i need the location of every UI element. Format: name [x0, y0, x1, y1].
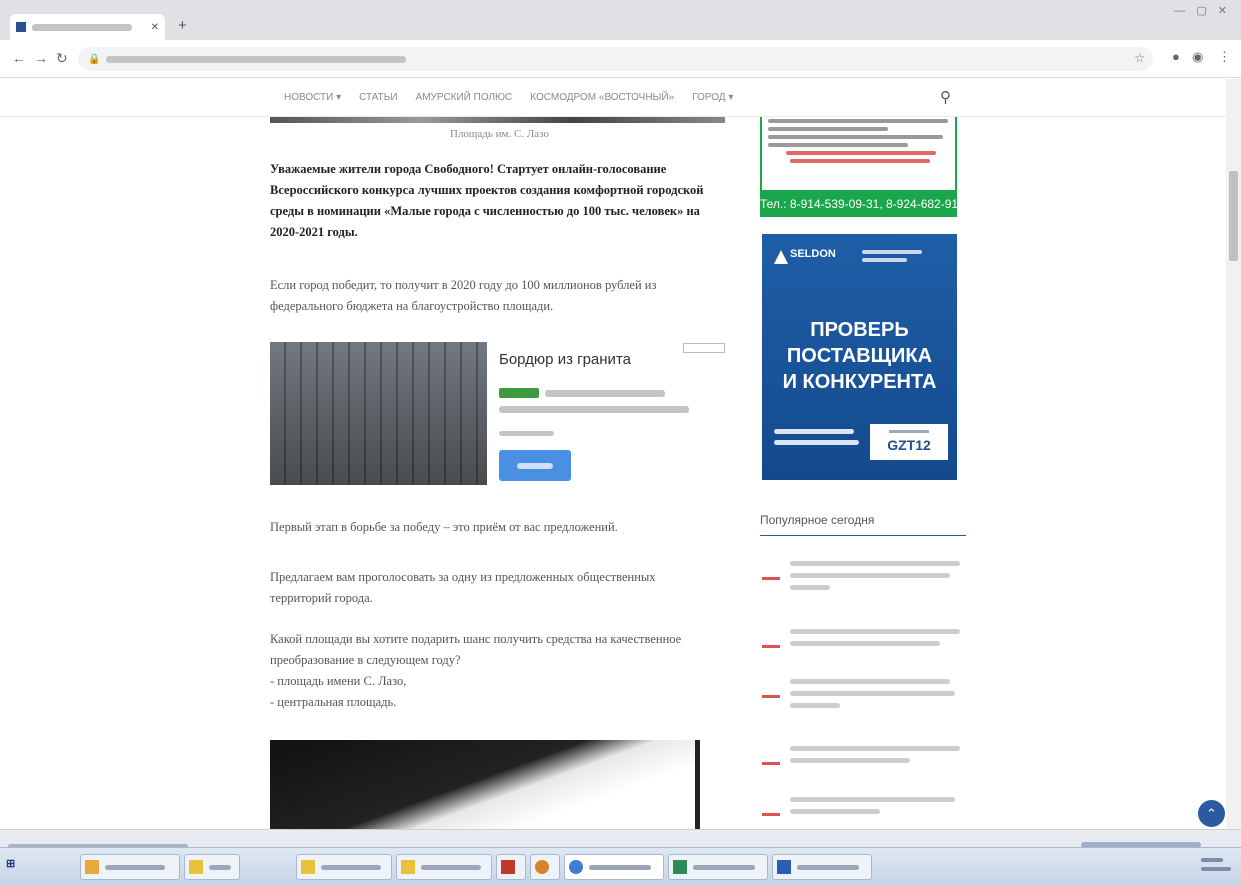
- article-paragraph: Какой площади вы хотите подарить шанс по…: [270, 632, 682, 667]
- word-icon: [777, 860, 791, 874]
- promo-code-box: GZT12: [870, 424, 948, 460]
- banner-headline: ПРОВЕРЬ ПОСТАВЩИКА И КОНКУРЕНТА: [782, 319, 937, 393]
- taskbar-button[interactable]: [496, 854, 526, 880]
- photo-caption: Площадь им. С. Лазо: [450, 128, 549, 140]
- bookmark-star-icon[interactable]: ☆: [1134, 51, 1145, 65]
- pdf-icon: [501, 860, 515, 874]
- nav-item-cosmodrome[interactable]: Космодром «Восточный»: [530, 92, 674, 103]
- popular-item[interactable]: [760, 793, 966, 829]
- popular-item[interactable]: [760, 557, 966, 617]
- window-controls[interactable]: — ▢ ✕: [1174, 4, 1231, 17]
- back-arrow-icon[interactable]: ←: [12, 50, 26, 66]
- nav-item-articles[interactable]: Статьи: [359, 92, 397, 103]
- article-lead: Уважаемые жители города Свободного! Стар…: [270, 162, 704, 239]
- browser-tabstrip: ✕ + — ▢ ✕: [0, 0, 1241, 40]
- folder-icon: [301, 860, 315, 874]
- seldon-banner-ad[interactable]: SELDON ПРОВЕРЬ ПОСТАВЩИКА И КОНКУРЕНТА G…: [762, 234, 957, 480]
- site-nav: Новости ▾ Статьи Амурский полюс Космодро…: [0, 79, 1226, 117]
- extension-icon[interactable]: ●: [1172, 49, 1180, 64]
- ad-badge: [499, 388, 539, 398]
- scroll-thumb[interactable]: [1229, 171, 1238, 261]
- address-bar[interactable]: 🔒 ☆: [78, 47, 1153, 71]
- divider: [760, 535, 966, 536]
- vote-option: - площадь имени С. Лазо,: [270, 674, 407, 688]
- url-text: [106, 55, 407, 63]
- ad-open-button[interactable]: [499, 450, 571, 481]
- article-paragraph: Если город победит, то получит в 2020 го…: [270, 278, 657, 313]
- close-icon[interactable]: ✕: [151, 22, 159, 33]
- new-tab-button[interactable]: +: [178, 17, 187, 34]
- browser-toolbar: ← → ↻ 🔒 ☆ ● ◉ ⋮: [0, 40, 1241, 78]
- profile-icon[interactable]: ◉: [1192, 49, 1203, 65]
- taskbar-button[interactable]: [184, 854, 240, 880]
- banner-text: [774, 429, 864, 451]
- taskbar-button[interactable]: [564, 854, 664, 880]
- menu-dots-icon[interactable]: ⋮: [1218, 49, 1231, 65]
- taskbar-button[interactable]: [296, 854, 392, 880]
- taskbar-button[interactable]: [530, 854, 560, 880]
- seldon-logo: SELDON: [790, 248, 836, 260]
- ad-title[interactable]: Бордюр из гранита: [499, 351, 631, 368]
- banner-text: [862, 250, 932, 266]
- article-photo: [695, 740, 700, 829]
- tab-title: [32, 23, 132, 31]
- article-paragraph: Предлагаем вам проголосовать за одну из …: [270, 570, 656, 605]
- nav-item-amur-pole[interactable]: Амурский полюс: [416, 92, 513, 103]
- ad-phone-numbers[interactable]: Тел.: 8-914-539-09-31, 8-924-682-91-71: [760, 192, 975, 217]
- taskbar-button[interactable]: [396, 854, 492, 880]
- folder-icon: [189, 860, 203, 874]
- ad-block[interactable]: Бордюр из гранита: [270, 342, 730, 487]
- vote-option: - центральная площадь.: [270, 695, 397, 709]
- taskbar-button[interactable]: [668, 854, 768, 880]
- article-paragraph: Первый этап в борьбе за победу – это при…: [270, 520, 618, 534]
- ad-text: [545, 390, 665, 397]
- folder-icon: [85, 860, 99, 874]
- article-photo: [270, 740, 700, 829]
- ad-text: [499, 406, 689, 413]
- clock[interactable]: [1201, 858, 1231, 876]
- promo-code: GZT12: [887, 437, 931, 453]
- seldon-logo-icon: [774, 250, 788, 264]
- nav-item-news[interactable]: Новости ▾: [284, 92, 341, 103]
- taskbar-button[interactable]: [80, 854, 180, 880]
- app-icon: [535, 860, 549, 874]
- status-bar: [0, 829, 1241, 849]
- lock-icon: 🔒: [88, 53, 101, 65]
- popular-heading: Популярное сегодня: [760, 513, 875, 527]
- ad-label-tag: [683, 343, 725, 353]
- popular-item[interactable]: [760, 675, 966, 735]
- page-content: Площадь им. С. Лазо Уважаемые жители гор…: [0, 117, 1226, 829]
- scroll-to-top-button[interactable]: ⌃: [1198, 800, 1225, 827]
- excel-icon: [673, 860, 687, 874]
- search-icon[interactable]: ⚲: [940, 88, 951, 106]
- taskbar-button[interactable]: [772, 854, 872, 880]
- page-scrollbar[interactable]: [1226, 79, 1241, 829]
- site-favicon-icon: [16, 22, 26, 32]
- chrome-icon: [569, 860, 583, 874]
- sidebar-ad[interactable]: [760, 117, 957, 192]
- start-button[interactable]: ⊞: [6, 857, 15, 870]
- forward-arrow-icon[interactable]: →: [34, 50, 48, 66]
- windows-taskbar: ⊞: [0, 847, 1241, 886]
- nav-item-city[interactable]: Город ▾: [692, 92, 733, 103]
- browser-tab[interactable]: ✕: [10, 14, 165, 40]
- ad-image[interactable]: [270, 342, 487, 485]
- article-photo: [270, 117, 725, 123]
- folder-icon: [401, 860, 415, 874]
- reload-icon[interactable]: ↻: [56, 50, 68, 67]
- ad-domain: [499, 431, 554, 436]
